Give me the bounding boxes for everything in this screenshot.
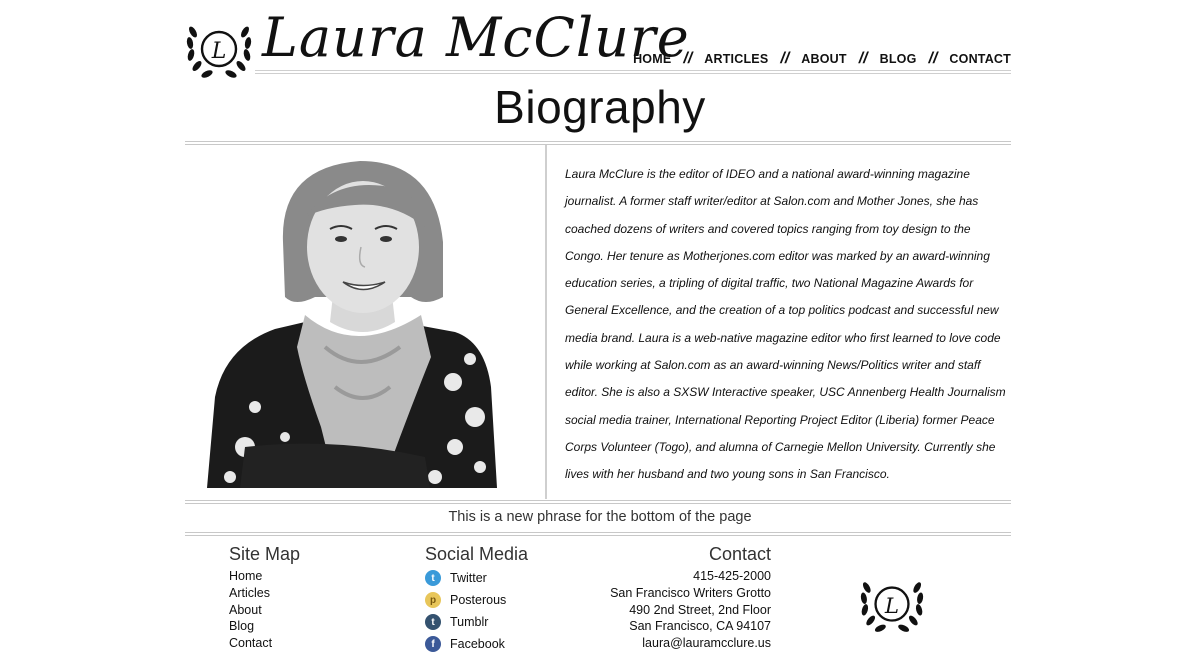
social-link-twitter[interactable]: t Twitter bbox=[425, 567, 528, 589]
title-divider bbox=[185, 144, 1011, 145]
social-label[interactable]: Tumblr bbox=[450, 615, 488, 629]
nav-about[interactable]: ABOUT bbox=[801, 52, 846, 66]
social-link-facebook[interactable]: f Facebook bbox=[425, 633, 528, 655]
sitemap-link-about[interactable]: About bbox=[229, 602, 300, 619]
contact-organization: San Francisco Writers Grotto bbox=[610, 585, 771, 600]
twitter-icon: t bbox=[425, 570, 441, 586]
biography-text: Laura McClure is the editor of IDEO and … bbox=[565, 167, 1006, 482]
social-label[interactable]: Facebook bbox=[450, 637, 505, 651]
footer-social: Social Media t Twitter p Posterous t Tum… bbox=[425, 544, 528, 655]
nav-home[interactable]: HOME bbox=[633, 52, 671, 66]
logo-wreath[interactable]: L bbox=[185, 18, 253, 82]
footer-sitemap: Site Map Home Articles About Blog Contac… bbox=[229, 544, 300, 652]
nav-separator: // bbox=[858, 50, 868, 67]
content-divider bbox=[545, 145, 547, 499]
laurel-wreath-icon: L bbox=[860, 582, 924, 632]
nav-separator: // bbox=[780, 50, 790, 67]
sitemap-link-articles[interactable]: Articles bbox=[229, 585, 300, 602]
site-name[interactable]: Laura McClure bbox=[262, 6, 690, 69]
social-link-tumblr[interactable]: t Tumblr bbox=[425, 611, 528, 633]
nav-articles[interactable]: ARTICLES bbox=[704, 52, 768, 66]
portrait-photo bbox=[185, 147, 543, 488]
sitemap-link-home[interactable]: Home bbox=[229, 568, 300, 585]
contact-street: 490 2nd Street, 2nd Floor bbox=[629, 602, 771, 617]
content-bottom-divider bbox=[185, 503, 1011, 504]
header-divider bbox=[255, 73, 1011, 74]
page-title: Biography bbox=[494, 81, 706, 133]
contact-phone[interactable]: 415-425-2000 bbox=[560, 568, 771, 585]
social-link-posterous[interactable]: p Posterous bbox=[425, 589, 528, 611]
tagline: This is a new phrase for the bottom of t… bbox=[448, 509, 752, 525]
footer-divider bbox=[185, 532, 1011, 533]
content-bottom-divider bbox=[185, 500, 1011, 501]
nav-contact[interactable]: CONTACT bbox=[949, 52, 1011, 66]
svg-text:L: L bbox=[211, 39, 227, 64]
tumblr-icon: t bbox=[425, 614, 441, 630]
nav-separator: // bbox=[928, 50, 938, 67]
sitemap-link-blog[interactable]: Blog bbox=[229, 618, 300, 635]
footer-divider bbox=[185, 535, 1011, 536]
contact-city: San Francisco, CA 94107 bbox=[629, 619, 771, 634]
contact-email[interactable]: laura@lauramcclure.us bbox=[560, 635, 771, 652]
footer-logo[interactable]: L bbox=[858, 574, 926, 636]
sitemap-link-contact[interactable]: Contact bbox=[229, 635, 300, 652]
posterous-icon: p bbox=[425, 592, 441, 608]
contact-heading: Contact bbox=[708, 544, 771, 564]
main-nav: HOME // ARTICLES // ABOUT // BLOG // CON… bbox=[633, 50, 1011, 68]
facebook-icon: f bbox=[425, 636, 441, 652]
nav-separator: // bbox=[683, 50, 693, 67]
svg-text:L: L bbox=[884, 594, 899, 619]
portrait-image bbox=[185, 147, 543, 488]
title-divider bbox=[185, 141, 1011, 142]
laurel-wreath-icon: L bbox=[186, 26, 252, 78]
nav-blog[interactable]: BLOG bbox=[880, 52, 917, 66]
social-label[interactable]: Posterous bbox=[450, 593, 506, 607]
header-divider bbox=[255, 70, 1011, 71]
social-label[interactable]: Twitter bbox=[450, 571, 487, 585]
sitemap-heading: Site Map bbox=[229, 544, 301, 564]
footer-contact: Contact 415-425-2000 San Francisco Write… bbox=[560, 544, 771, 652]
social-heading: Social Media bbox=[425, 544, 529, 564]
